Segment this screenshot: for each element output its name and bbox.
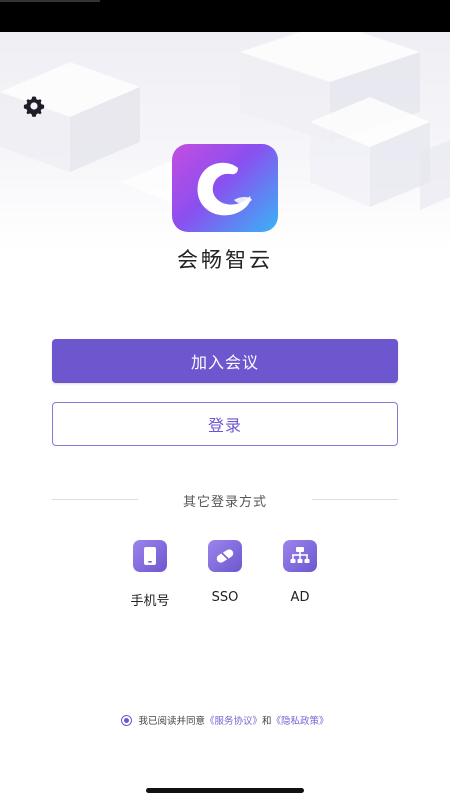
gear-icon[interactable] [22,94,46,118]
login-method-ad[interactable]: AD [270,540,330,610]
phone-icon [133,540,167,572]
agreement-conjunction: 和 [262,716,272,727]
agreement-row: 我已阅读并同意《服务协议》和《隐私政策》 [0,713,450,727]
join-meeting-button[interactable]: 加入会议 [52,339,398,383]
login-method-label: SSO [211,590,239,605]
divider-left [52,499,138,500]
login-method-label: AD [290,590,310,605]
login-method-label: 手机号 [130,594,170,609]
sso-icon [208,540,242,572]
login-method-sso[interactable]: SSO [195,540,255,610]
agreement-text: 我已阅读并同意 [138,716,205,727]
agreement-checkbox[interactable] [121,715,133,726]
home-indicator [146,788,304,793]
status-bar-edge [0,0,100,2]
service-agreement-link[interactable]: 《服务协议》 [205,716,262,727]
login-method-phone[interactable]: 手机号 [120,540,180,610]
app-name: 会畅智云 [177,248,273,272]
ad-icon [283,540,317,572]
privacy-policy-link[interactable]: 《隐私政策》 [272,716,329,727]
login-button[interactable]: 登录 [52,402,398,446]
other-login-title: 其它登录方式 [182,495,267,510]
divider-right [312,499,398,500]
app-logo-icon [197,162,252,216]
app-logo [172,144,278,232]
status-bar [0,0,450,32]
